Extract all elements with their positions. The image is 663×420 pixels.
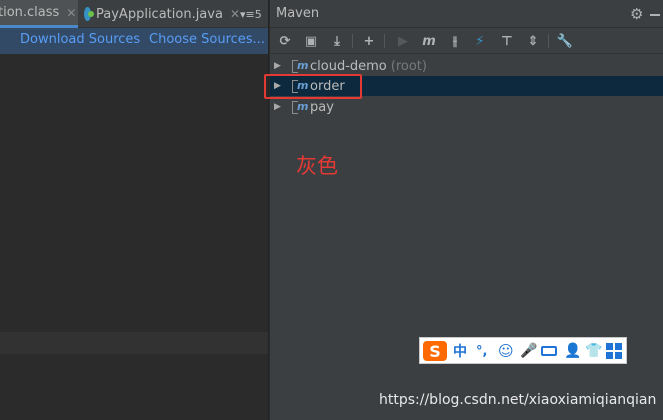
java-class-icon xyxy=(84,7,95,21)
show-dependencies-icon[interactable]: ⊤ xyxy=(498,32,516,50)
tab-label: PayApplication.java xyxy=(96,6,223,22)
reload-icon[interactable]: ⟳ xyxy=(276,32,294,50)
download-icon[interactable]: ⤓ xyxy=(328,32,346,50)
tab-overflow-menu[interactable]: ▾≡5 xyxy=(240,0,262,28)
ime-punctuation-toggle[interactable]: °, xyxy=(476,341,487,361)
generate-sources-icon[interactable]: ▣ xyxy=(302,32,320,50)
editor-tab-bar: tion.class ✕ PayApplication.java ✕ ▾≡5 xyxy=(0,0,268,28)
skip-tests-icon[interactable]: ⚡ xyxy=(471,32,489,50)
expand-arrow-icon[interactable]: ▶ xyxy=(274,102,281,112)
ime-language-toggle[interactable]: 中 xyxy=(453,341,467,361)
collapse-all-icon[interactable]: ⇕ xyxy=(524,32,542,50)
tab-label: tion.class xyxy=(0,5,60,20)
editor-current-line xyxy=(0,332,268,354)
tree-item-label: cloud-demo (root) xyxy=(310,58,427,74)
maven-module-icon: m xyxy=(292,100,308,114)
maven-header: Maven ⚙ xyxy=(270,0,663,28)
annotation-text: 灰色 xyxy=(296,154,338,178)
toolbar-separator xyxy=(352,34,353,48)
run-icon[interactable]: ▶ xyxy=(394,32,412,50)
watermark-url: https://blog.csdn.net/xiaoxiamiqianqian xyxy=(379,392,657,408)
expand-arrow-icon[interactable]: ▶ xyxy=(274,61,281,71)
keyboard-icon[interactable] xyxy=(540,341,558,361)
tree-item-cloud-demo[interactable]: ▶ m cloud-demo (root) xyxy=(270,56,663,76)
toolbar-separator xyxy=(548,34,549,48)
maven-title: Maven xyxy=(276,6,320,21)
editor-pane: tion.class ✕ PayApplication.java ✕ ▾≡5 D… xyxy=(0,0,268,420)
microphone-icon[interactable]: 🎤 xyxy=(520,341,537,361)
download-sources-link[interactable]: Download Sources xyxy=(20,32,140,47)
code-editor-lower[interactable] xyxy=(0,354,268,420)
close-icon[interactable]: ✕ xyxy=(230,7,240,21)
ime-toolbar: S 中 °, ☺ 🎤 👤 👕 xyxy=(419,337,627,364)
wrench-icon[interactable]: 🔧 xyxy=(556,32,574,50)
emoji-icon[interactable]: ☺ xyxy=(498,341,514,361)
tree-item-pay[interactable]: ▶ m pay xyxy=(270,97,663,117)
sources-banner: Download Sources Choose Sources... xyxy=(0,28,268,54)
choose-sources-link[interactable]: Choose Sources... xyxy=(149,32,265,47)
close-icon[interactable]: ✕ xyxy=(66,6,76,20)
tab-class-file[interactable]: tion.class ✕ xyxy=(0,0,78,28)
toolbar-separator xyxy=(384,34,385,48)
add-icon[interactable]: + xyxy=(360,32,378,50)
tab-payapplication[interactable]: PayApplication.java ✕ xyxy=(80,0,240,28)
code-editor[interactable] xyxy=(0,54,268,332)
sogou-logo-icon[interactable]: S xyxy=(423,341,447,361)
minimize-icon[interactable] xyxy=(650,14,660,16)
toolbox-grid-icon[interactable] xyxy=(606,341,622,361)
user-icon[interactable]: 👤 xyxy=(564,341,581,361)
tree-item-label: pay xyxy=(310,99,334,115)
execute-goal-icon[interactable]: m xyxy=(420,32,438,50)
toggle-offline-icon[interactable]: ⫲ xyxy=(446,32,464,50)
gear-icon[interactable]: ⚙ xyxy=(630,5,643,23)
skin-icon[interactable]: 👕 xyxy=(585,341,602,361)
maven-toolbar: ⟳ ▣ ⤓ + ▶ m ⫲ ⚡ ⊤ ⇕ 🔧 xyxy=(270,28,663,54)
annotation-highlight-box xyxy=(264,74,362,99)
maven-module-icon: m xyxy=(292,59,308,73)
